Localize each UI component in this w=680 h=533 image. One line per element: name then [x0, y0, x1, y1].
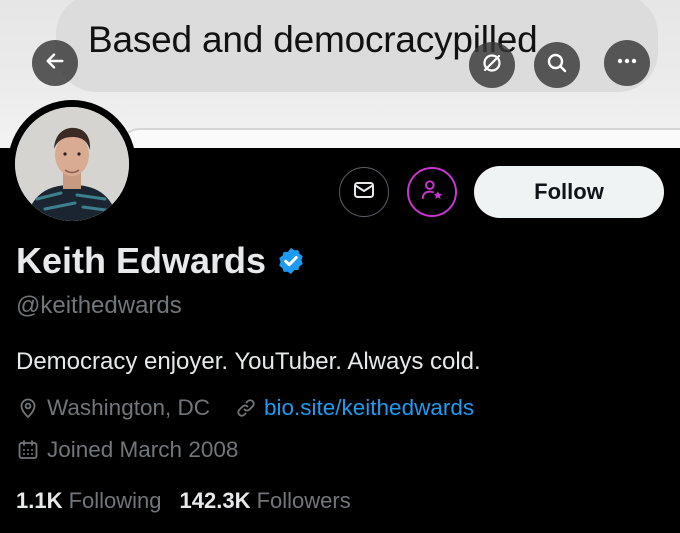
avatar: [15, 107, 129, 221]
more-button[interactable]: [604, 40, 650, 86]
avatar-photo: [15, 107, 129, 221]
search-icon: [545, 51, 569, 80]
message-button[interactable]: [339, 167, 389, 217]
calendar-icon: [16, 438, 40, 462]
verified-badge-icon[interactable]: [276, 246, 306, 276]
location-text: Washington, DC: [47, 395, 210, 420]
link-icon: [234, 396, 258, 420]
subscribe-button[interactable]: [407, 167, 457, 217]
profile-stats: 1.1K Following 142.3K Followers: [16, 488, 351, 514]
banner-card: [118, 128, 680, 148]
website-link[interactable]: bio.site/keithedwards: [264, 395, 474, 421]
profile-meta-row: Washington, DC bio.site/keithedwards: [16, 395, 474, 421]
person-star-icon: [419, 177, 445, 208]
joined-row: Joined March 2008: [16, 437, 238, 463]
following-stat[interactable]: 1.1K Following: [16, 488, 162, 514]
arrow-left-icon: [44, 50, 66, 77]
avatar-frame[interactable]: [8, 100, 136, 228]
search-button[interactable]: [534, 42, 580, 88]
location-item: Washington, DC: [16, 395, 210, 421]
profile-name: Keith Edwards: [16, 240, 267, 281]
followers-stat[interactable]: 142.3K Followers: [180, 488, 351, 514]
followers-label: Followers: [256, 488, 351, 513]
profile-name-row: Keith Edwards: [16, 240, 306, 282]
following-label: Following: [68, 488, 162, 513]
follow-button[interactable]: Follow: [474, 166, 664, 218]
joined-text: Joined March 2008: [47, 437, 239, 462]
website-item[interactable]: bio.site/keithedwards: [234, 395, 474, 421]
grok-button[interactable]: [469, 42, 515, 88]
back-button[interactable]: [32, 40, 78, 86]
followers-count: 142.3K: [179, 488, 257, 513]
location-pin-icon: [16, 396, 40, 420]
profile-bio: Democracy enjoyer. YouTuber. Always cold…: [16, 348, 481, 375]
mail-icon: [352, 178, 376, 207]
following-count: 1.1K: [16, 488, 69, 513]
profile-handle: @keithedwards: [16, 292, 182, 319]
more-horizontal-icon: [615, 49, 639, 78]
grok-icon: [480, 51, 504, 80]
